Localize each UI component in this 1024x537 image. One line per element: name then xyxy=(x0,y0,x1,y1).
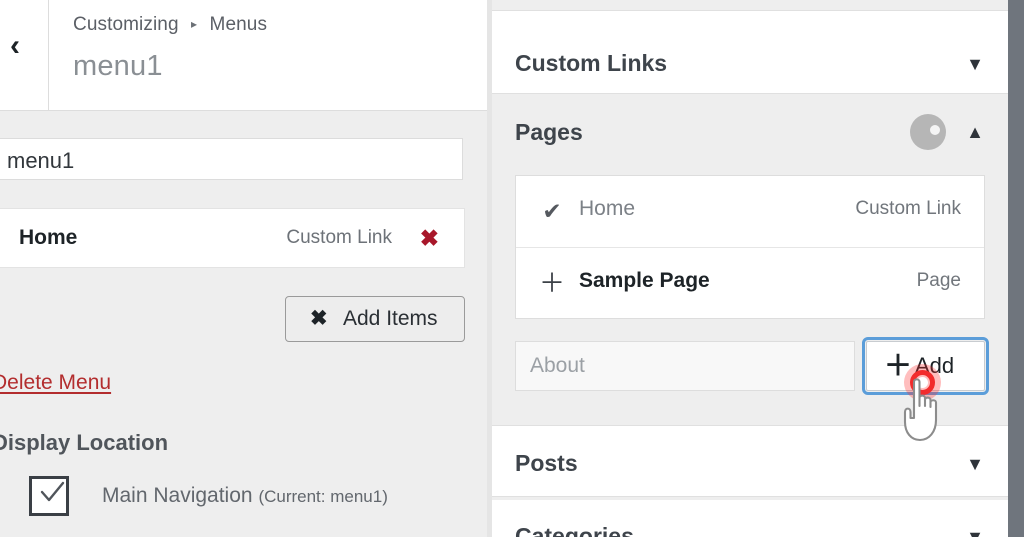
new-page-placeholder: About xyxy=(530,354,585,377)
back-button[interactable]: ‹ xyxy=(0,0,49,110)
chevron-down-icon: ▼ xyxy=(966,54,984,74)
menu-item-row[interactable]: Home Custom Link ✖ xyxy=(0,208,465,268)
new-page-row: About ＋ Add xyxy=(492,337,1008,397)
accordion-title-categories: Categories xyxy=(515,523,634,537)
menu-name-value: menu1 xyxy=(7,148,75,173)
add-page-button[interactable]: ＋ Add xyxy=(862,337,989,395)
header-divider xyxy=(0,110,487,111)
accordion-title-posts: Posts xyxy=(515,450,578,476)
pages-results-list: ✔ Home Custom Link ＋ Sample Page Page xyxy=(515,175,985,319)
customizer-screen: ‹ Customizing ▸ Menus menu1 menu1 Home C… xyxy=(0,0,1024,537)
accordion-section-categories[interactable]: Categories ▼ xyxy=(492,500,1008,537)
panel-header: ‹ Customizing ▸ Menus menu1 xyxy=(0,0,487,110)
breadcrumb-root[interactable]: Customizing xyxy=(73,14,179,35)
list-item[interactable]: ＋ Sample Page Page xyxy=(516,247,984,318)
list-item-type: Page xyxy=(916,270,961,291)
menu-item-type: Custom Link xyxy=(286,227,392,248)
plus-icon: ＋ xyxy=(538,268,565,298)
menu-item-title: Home xyxy=(19,226,78,249)
main-navigation-label: Main Navigation (Current: menu1) xyxy=(102,484,388,508)
menu-name-input[interactable]: menu1 xyxy=(0,138,463,180)
spinner-dot xyxy=(930,125,940,135)
chevron-down-icon: ▼ xyxy=(966,527,984,537)
breadcrumb: Customizing ▸ Menus xyxy=(73,14,267,36)
close-icon: ✖ xyxy=(310,307,328,330)
breadcrumb-separator-icon: ▸ xyxy=(191,17,198,31)
list-item-type: Custom Link xyxy=(855,198,961,219)
display-location-heading: Display Location xyxy=(0,430,169,455)
available-menu-items-panel: Custom Links ▼ Pages ▲ ✔ Home Custom Lin… xyxy=(492,0,1008,537)
check-icon xyxy=(40,481,65,502)
add-page-label: Add xyxy=(915,353,955,378)
list-item-title: Home xyxy=(579,197,636,220)
vertical-scrollbar[interactable] xyxy=(1008,0,1024,537)
customizer-menu-panel: ‹ Customizing ▸ Menus menu1 menu1 Home C… xyxy=(0,0,487,537)
accordion-title-custom-links: Custom Links xyxy=(515,50,668,76)
add-items-button[interactable]: ✖ Add Items xyxy=(285,296,465,342)
chevron-up-icon: ▲ xyxy=(966,122,984,142)
accordion-section-posts[interactable]: Posts ▼ xyxy=(492,425,1008,497)
loading-spinner-icon xyxy=(910,114,946,150)
location-name: Main Navigation xyxy=(102,484,253,507)
chevron-down-icon: ▼ xyxy=(966,454,984,474)
accordion-header-pages[interactable]: Pages ▲ xyxy=(492,95,1008,171)
accordion-section-pages: Pages ▲ ✔ Home Custom Link ＋ Sample Page… xyxy=(492,95,1008,417)
new-page-input[interactable]: About xyxy=(515,341,855,391)
page-title: menu1 xyxy=(73,50,163,82)
main-navigation-checkbox[interactable] xyxy=(29,476,69,516)
location-current-note: (Current: menu1) xyxy=(258,487,388,506)
list-item[interactable]: ✔ Home Custom Link xyxy=(516,176,984,247)
plus-icon: ＋ xyxy=(884,350,913,381)
accordion-title-pages: Pages xyxy=(515,119,583,145)
check-icon: ✔ xyxy=(542,198,562,224)
accordion-section-custom-links[interactable]: Custom Links ▼ xyxy=(492,10,1008,94)
add-items-label: Add Items xyxy=(343,307,438,330)
list-item-title: Sample Page xyxy=(579,269,710,292)
chevron-left-icon: ‹ xyxy=(10,29,20,62)
breadcrumb-current: Menus xyxy=(209,14,268,35)
remove-menu-item-icon[interactable]: ✖ xyxy=(420,225,439,251)
delete-menu-link[interactable]: Delete Menu xyxy=(0,371,111,395)
